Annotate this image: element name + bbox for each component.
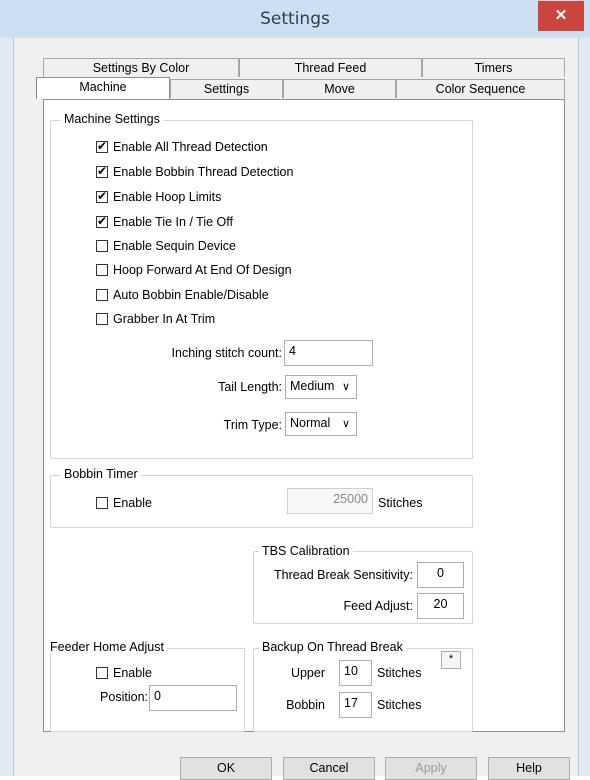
tab-machine[interactable]: Machine	[36, 77, 170, 99]
tab-settings-by-color[interactable]: Settings By Color	[43, 58, 239, 77]
tbs-calibration-legend: TBS Calibration	[259, 544, 353, 558]
checkbox-hoop-forward[interactable]: Hoop Forward At End Of Design	[96, 263, 292, 277]
checkbox-bobbin-thread-detection[interactable]: Enable Bobbin Thread Detection	[96, 164, 294, 179]
title-bar[interactable]: Settings ✕	[0, 0, 590, 38]
checkbox-label: Hoop Forward At End Of Design	[113, 263, 292, 277]
ok-button[interactable]: OK	[180, 757, 272, 780]
checkbox-box[interactable]	[96, 313, 108, 325]
trim-type-label: Trim Type:	[223, 418, 282, 432]
checkbox-box[interactable]	[96, 289, 108, 301]
position-input[interactable]: 0	[149, 685, 237, 711]
inching-stitch-count-label: Inching stitch count:	[171, 346, 282, 360]
bobbin-timer-legend: Bobbin Timer	[61, 467, 141, 481]
chevron-down-icon: ∨	[341, 418, 350, 430]
checkbox-tie-in-tie-off[interactable]: Enable Tie In / Tie Off	[96, 214, 233, 229]
bobbin-timer-unit: Stitches	[378, 496, 423, 510]
checkbox-auto-bobbin[interactable]: Auto Bobbin Enable/Disable	[96, 288, 269, 302]
bobbin-timer-stitches-input[interactable]: 25000	[287, 488, 373, 514]
bobbin-label: Bobbin	[286, 698, 325, 712]
tab-thread-feed[interactable]: Thread Feed	[239, 58, 422, 77]
close-icon[interactable]: ✕	[538, 1, 584, 31]
tail-length-label: Tail Length:	[218, 380, 282, 394]
window-title: Settings	[260, 9, 330, 29]
tab-settings[interactable]: Settings	[170, 79, 283, 98]
checkbox-box[interactable]	[96, 264, 108, 276]
checkbox-box[interactable]	[96, 240, 108, 252]
upper-stitches-input[interactable]: 10	[339, 660, 372, 686]
cancel-button[interactable]: Cancel	[283, 757, 375, 780]
checkbox-label: Enable Tie In / Tie Off	[113, 215, 233, 229]
backup-thread-break-legend: Backup On Thread Break	[259, 640, 406, 654]
bobbin-stitches-input[interactable]: 17	[339, 692, 372, 718]
tab-timers[interactable]: Timers	[422, 58, 565, 77]
bobbin-timer-enable-checkbox[interactable]: Enable	[96, 496, 152, 510]
checkbox-grabber-in-at-trim[interactable]: Grabber In At Trim	[96, 312, 215, 326]
checkbox-box[interactable]	[96, 497, 108, 509]
tab-move[interactable]: Move	[283, 79, 396, 98]
help-button[interactable]: Help	[488, 757, 570, 780]
thread-break-sensitivity-label: Thread Break Sensitivity:	[274, 568, 413, 582]
checkbox-label: Enable	[113, 666, 152, 680]
checkbox-box[interactable]	[96, 139, 108, 153]
feeder-home-enable-checkbox[interactable]: Enable	[96, 666, 152, 680]
checkbox-label: Grabber In At Trim	[113, 312, 216, 326]
backup-options-button[interactable]: *	[441, 651, 461, 669]
inching-stitch-count-input[interactable]: 4	[284, 340, 373, 366]
checkbox-box[interactable]	[96, 189, 108, 203]
upper-label: Upper	[290, 666, 325, 680]
feed-adjust-label: Feed Adjust:	[343, 599, 414, 613]
upper-unit: Stitches	[377, 666, 422, 680]
feed-adjust-input[interactable]: 20	[417, 593, 464, 619]
apply-button[interactable]: Apply	[385, 757, 477, 780]
checkbox-sequin-device[interactable]: Enable Sequin Device	[96, 239, 236, 253]
bobbin-unit: Stitches	[377, 698, 422, 712]
checkbox-label: Enable All Thread Detection	[113, 140, 268, 154]
checkbox-box[interactable]	[96, 214, 108, 228]
checkbox-box[interactable]	[96, 667, 108, 679]
tab-color-sequence[interactable]: Color Sequence	[396, 79, 565, 98]
checkbox-label: Enable Sequin Device	[113, 239, 236, 253]
checkbox-label: Enable	[113, 496, 152, 510]
checkbox-box[interactable]	[96, 164, 108, 178]
thread-break-sensitivity-input[interactable]: 0	[417, 562, 464, 588]
checkbox-label: Enable Hoop Limits	[113, 190, 222, 204]
position-label: Position:	[100, 690, 148, 704]
tail-length-value: Medium	[290, 379, 335, 393]
chevron-down-icon: ∨	[341, 381, 350, 393]
tail-length-select[interactable]: Medium ∨	[285, 375, 357, 399]
feeder-home-legend: Feeder Home Adjust	[47, 640, 167, 654]
settings-window: Settings ✕ Settings By Color Thread Feed…	[0, 0, 590, 780]
checkbox-hoop-limits[interactable]: Enable Hoop Limits	[96, 189, 222, 204]
trim-type-value: Normal	[290, 416, 331, 430]
checkbox-all-thread-detection[interactable]: Enable All Thread Detection	[96, 139, 268, 154]
checkbox-label: Enable Bobbin Thread Detection	[113, 165, 294, 179]
trim-type-select[interactable]: Normal ∨	[285, 412, 357, 436]
machine-settings-legend: Machine Settings	[61, 112, 163, 126]
checkbox-label: Auto Bobbin Enable/Disable	[113, 288, 269, 302]
